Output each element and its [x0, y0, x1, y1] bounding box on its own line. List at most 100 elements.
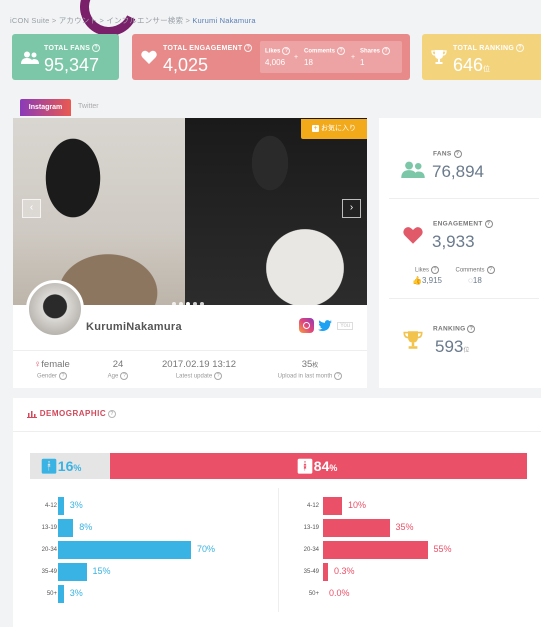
carousel-dot[interactable]	[171, 302, 176, 306]
demographic-panel: DEMOGRAPHIC? 🚹︎16% 🚺︎84%	[13, 398, 541, 627]
help-icon[interactable]: ?	[337, 47, 346, 55]
tab-twitter[interactable]: Twitter	[78, 103, 99, 110]
instagram-icon[interactable]	[299, 318, 314, 333]
carousel-next-button[interactable]: ›	[342, 199, 361, 218]
total-ranking-card: TOTAL RANKING? 646位	[422, 34, 541, 80]
shares-value: 1	[360, 58, 365, 67]
help-icon[interactable]: ?	[120, 372, 129, 380]
fans-value: 76,894	[432, 162, 484, 181]
bar-chart-icon	[27, 410, 37, 418]
total-ranking-value: 646	[453, 55, 484, 75]
demographic-title: DEMOGRAPHIC	[39, 409, 107, 418]
heart-icon	[141, 50, 157, 64]
male-share-bar: 🚹︎16%	[30, 453, 110, 479]
carousel-dot[interactable]	[185, 302, 190, 306]
female-age-value: 35%	[395, 522, 414, 532]
total-fans-value: 95,347	[44, 55, 100, 75]
avatar	[26, 280, 84, 338]
help-icon[interactable]: ?	[516, 44, 525, 52]
age-group-label: 20-34	[41, 547, 57, 553]
divider	[389, 198, 539, 199]
breadcrumb-item[interactable]: iCON Suite	[10, 16, 50, 25]
female-age-value: 55%	[433, 544, 452, 554]
likes-value: 3,915	[421, 276, 442, 285]
latest-update-info: 2017.02.19 13:12 Latest update?	[153, 359, 245, 380]
help-icon[interactable]: ?	[484, 220, 493, 228]
help-icon[interactable]: ?	[108, 409, 117, 418]
help-icon[interactable]: ?	[244, 44, 253, 52]
likes-stat: Likes? 👍3,915	[412, 266, 442, 285]
gender-value: female	[41, 359, 70, 370]
shares-breakdown: Shares? 1	[360, 47, 391, 67]
female-percent: 84	[313, 458, 330, 474]
help-icon[interactable]: ?	[59, 372, 67, 380]
carousel-dot[interactable]	[199, 302, 204, 306]
age-group-label: 35-49	[41, 569, 57, 575]
latest-update-value: 2017.02.19 13:12	[162, 359, 236, 370]
users-icon	[401, 161, 425, 178]
breadcrumb-item[interactable]: アカウント	[59, 16, 98, 25]
uploads-info: 35枚 Upload in last month?	[265, 359, 355, 380]
age-group-label: 13-19	[41, 525, 57, 531]
help-icon[interactable]: ?	[92, 44, 101, 52]
divider	[13, 431, 541, 432]
age-group-label: 4-12	[306, 503, 319, 509]
profile-info-row: ♀female Gender? 24 Age? 2017.02.19 13:12…	[13, 350, 367, 389]
help-icon[interactable]: ?	[486, 266, 495, 274]
female-age-value: 0.3%	[334, 566, 355, 576]
male-age-value: 8%	[79, 522, 93, 532]
engagement-value: 3,933	[432, 232, 475, 251]
female-age-value: 10%	[348, 500, 367, 510]
plus-icon: +	[351, 54, 356, 61]
help-icon[interactable]: ?	[382, 47, 391, 55]
rank-suffix: 位	[463, 348, 470, 354]
twitter-icon[interactable]	[318, 320, 332, 332]
trophy-icon	[431, 50, 447, 64]
tab-instagram[interactable]: Instagram	[20, 99, 71, 116]
male-age-value: 3%	[69, 500, 83, 510]
help-icon[interactable]: ?	[467, 325, 476, 333]
male-icon: 🚹︎	[40, 458, 58, 474]
profile-name: KurumiNakamura	[86, 321, 182, 333]
youtube-icon[interactable]: You	[337, 322, 354, 330]
fans-label: FANS	[433, 150, 452, 158]
female-share-bar: 🚺︎84%	[110, 453, 527, 479]
help-icon[interactable]: ?	[453, 150, 462, 158]
total-ranking-label: TOTAL RANKING	[453, 44, 515, 52]
comments-value: 18	[472, 276, 482, 285]
male-age-bar	[58, 541, 191, 559]
help-icon[interactable]: ?	[431, 266, 439, 274]
carousel-dot[interactable]	[192, 302, 197, 306]
male-age-value: 70%	[197, 544, 216, 554]
age-group-label: 50+	[308, 591, 319, 597]
ranking-label: RANKING	[433, 325, 466, 333]
age-group-label: 4-12	[44, 503, 57, 509]
male-percent: 16	[57, 458, 74, 474]
carousel-dots	[170, 293, 205, 311]
help-icon[interactable]: ?	[334, 372, 343, 380]
profile-panel: + お気に入り ‹ › KurumiNakamura You ♀female Ge…	[13, 118, 367, 388]
carousel-prev-button[interactable]: ‹	[22, 199, 41, 218]
carousel-dot[interactable]	[178, 302, 183, 306]
breadcrumb: iCON Suite > アカウント > インフルエンサー検索 > Kurumi…	[10, 16, 256, 25]
total-fans-label: TOTAL FANS	[44, 44, 91, 52]
help-icon[interactable]: ?	[214, 372, 223, 380]
help-icon[interactable]: ?	[282, 47, 291, 55]
favorite-button[interactable]: + お気に入り	[301, 119, 367, 139]
uploads-value: 35	[301, 359, 313, 370]
breadcrumb-item[interactable]: インフルエンサー検索	[106, 16, 183, 25]
age-group-label: 35-49	[303, 569, 319, 575]
age-group-label: 20-34	[303, 547, 319, 553]
male-age-bar	[58, 585, 64, 603]
comments-breakdown: Comments? 18	[304, 47, 346, 67]
age-group-label: 50+	[46, 591, 57, 597]
heart-icon	[403, 227, 423, 244]
age-info: 24 Age?	[100, 359, 136, 380]
breadcrumb-current: Kurumi Nakamura	[192, 16, 256, 25]
divider	[278, 488, 279, 612]
female-icon: 🚺︎	[296, 458, 314, 474]
likes-breakdown: Likes? 4,006	[265, 47, 291, 67]
female-age-bar	[323, 519, 390, 537]
post-photo[interactable]	[185, 118, 367, 305]
engagement-breakdown: Likes? 4,006 + Comments? 18 + Shares? 1	[260, 41, 402, 73]
